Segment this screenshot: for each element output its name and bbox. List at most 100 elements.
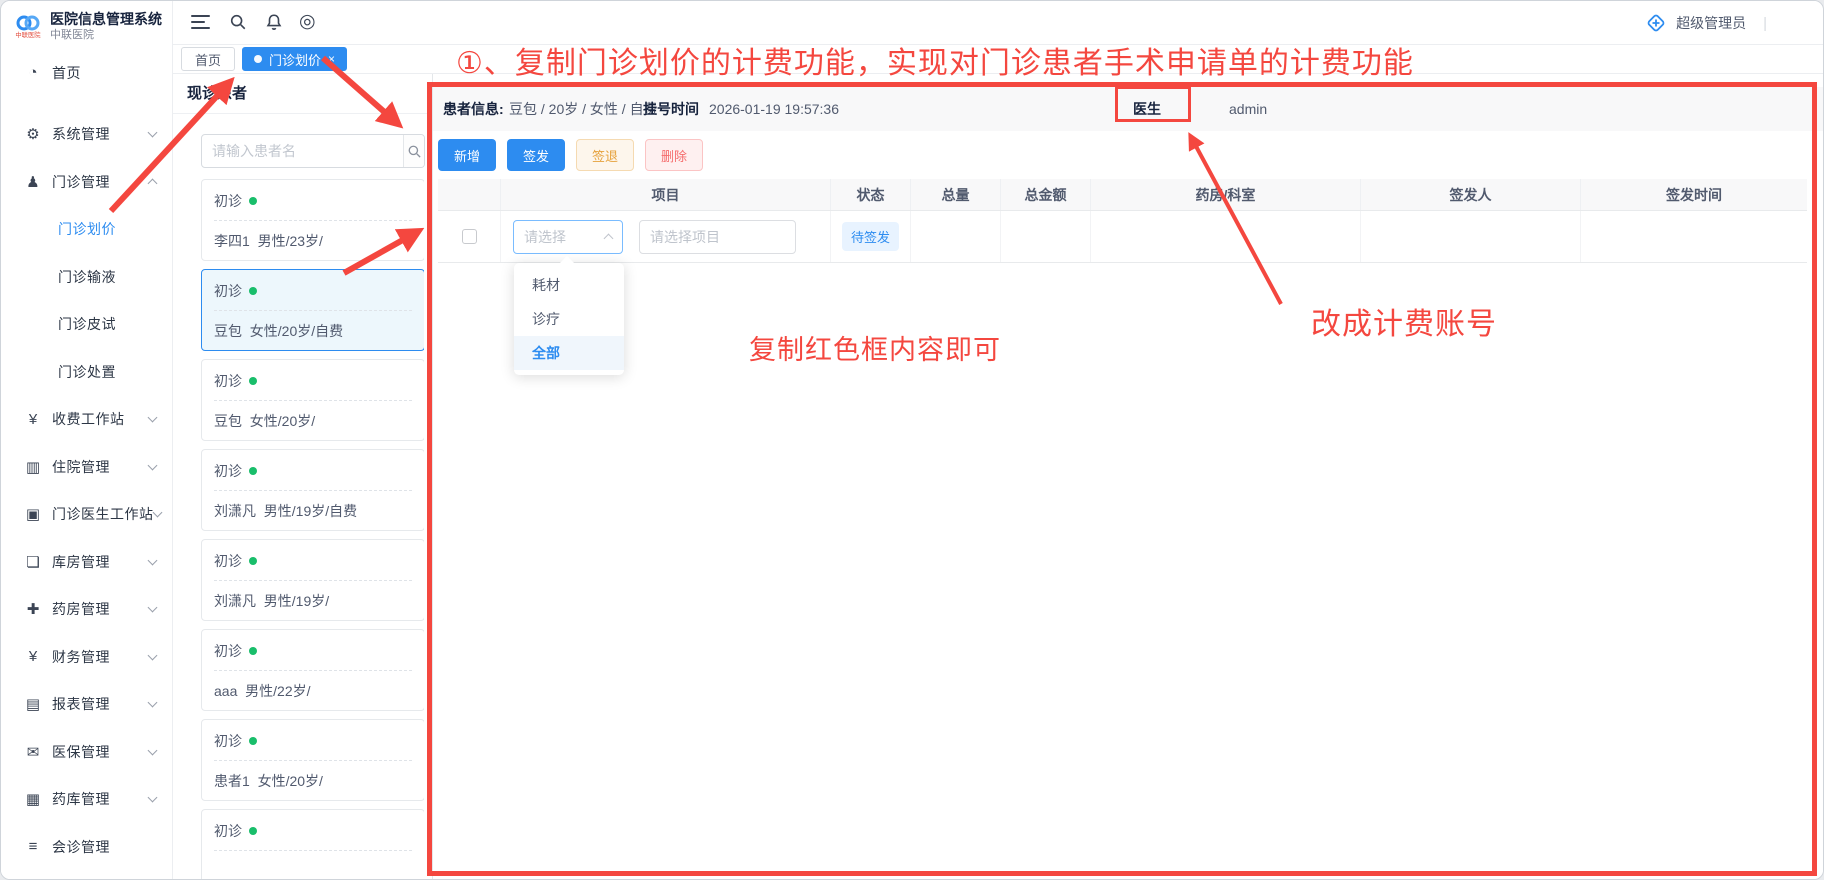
items-table: 项目 状态 总量 总金额 药房/科室 签发人 签发时间 请选择 待签发 [438,179,1807,263]
grid-icon: ▦ [23,790,43,808]
user-icon: ♟ [23,173,43,191]
patient-search-input[interactable] [202,135,403,167]
app-window: 中联医院 医院信息管理系统 中联医院 ◔ 首页 ⚙ 系统管理 ♟ 门诊管理 [0,0,1824,880]
tab-bar: 首页 门诊划价 × [173,45,1823,74]
monitor-icon: ▣ [23,505,43,523]
sidebar-item-pharmacy[interactable]: ✚ 药房管理 [1,586,172,634]
status-dot [249,377,257,385]
sidebar-item-home[interactable]: ◔ 首页 [1,49,172,97]
collapse-menu-icon[interactable] [191,15,210,30]
main-content: 患者信息: 豆包 / 20岁 / 女性 / 自费 挂号时间 2026-01-19… [433,74,1823,879]
patient-card[interactable]: 初诊 刘潇凡 男性/19岁/自费 [201,449,424,531]
patient-card-selected[interactable]: 初诊 豆包 女性/20岁/自费 [201,269,424,351]
sidebar-item-doctor-station[interactable]: ▣ 门诊医生工作站 [1,491,172,539]
sidebar-item-finance[interactable]: ¥ 财务管理 [1,633,172,681]
registration-time-label: 挂号时间 [643,87,699,131]
sidebar-nav: ◔ 首页 ⚙ 系统管理 ♟ 门诊管理 门诊划价 门诊输液 门诊皮试 [1,47,172,880]
dropdown-option-consumables[interactable]: 耗材 [514,268,624,302]
bar-chart-icon: ▥ [23,458,43,476]
issue-button[interactable]: 签发 [507,139,565,171]
patient-list: 初诊 李四1 男性/23岁/ 初诊 豆包 女性/20岁/自费 初诊 豆包 女性/… [201,179,424,879]
revoke-button[interactable]: 签退 [576,139,634,171]
sidebar-item-medical-insurance[interactable]: ✉ 医保管理 [1,728,172,776]
chevron-up-icon [604,234,614,244]
sidebar-item-inpatient[interactable]: ▥ 住院管理 [1,443,172,491]
list-icon: ≡ [23,838,43,855]
patient-card[interactable]: 初诊 豆包 女性/20岁/ [201,359,424,441]
sidebar: 中联医院 医院信息管理系统 中联医院 ◔ 首页 ⚙ 系统管理 ♟ 门诊管理 [1,1,173,880]
patient-search [201,134,425,168]
column-total-amount: 总金额 [1001,179,1091,210]
table-header: 项目 状态 总量 总金额 药房/科室 签发人 签发时间 [438,179,1807,211]
column-issue-time: 签发时间 [1581,179,1807,210]
add-button[interactable]: 新增 [438,139,496,171]
patient-card[interactable]: 初诊 aaa 男性/22岁/ [201,629,424,711]
chevron-down-icon [148,650,158,660]
gear-icon: ⚙ [23,125,43,143]
dashboard-icon: ◔ [23,64,43,81]
patient-card[interactable]: 初诊 李四1 男性/23岁/ [201,179,424,261]
sidebar-item-drug-storage[interactable]: ▦ 药库管理 [1,776,172,824]
column-issuer: 签发人 [1361,179,1581,210]
status-dot [249,197,257,205]
tab-home[interactable]: 首页 [181,47,235,71]
search-icon[interactable] [229,13,249,33]
medical-cross-icon [1645,12,1667,34]
bell-icon[interactable] [265,13,285,33]
sidebar-item-reports[interactable]: ▤ 报表管理 [1,681,172,729]
app-title: 医院信息管理系统 [50,11,162,28]
status-dot [249,557,257,565]
sidebar-item-warehouse[interactable]: ❏ 库房管理 [1,538,172,586]
logo-wordmark: 中联医院 [15,32,40,38]
toolbar: 新增 签发 签退 删除 [438,139,703,171]
hospital-logo-icon: 中联医院 [13,14,42,39]
patient-card[interactable]: 初诊 [201,809,424,879]
dropdown-option-all[interactable]: 全部 [514,336,624,370]
delete-button[interactable]: 删除 [645,139,703,171]
patient-info-bar: 患者信息: 豆包 / 20岁 / 女性 / 自费 挂号时间 2026-01-19… [433,87,1823,131]
status-dot [249,827,257,835]
column-total-qty: 总量 [911,179,1001,210]
chevron-down-icon [148,603,158,613]
sidebar-item-charging-station[interactable]: ¥ 收费工作站 [1,396,172,444]
sidebar-item-system[interactable]: ⚙ 系统管理 [1,111,172,159]
dropdown-option-treatment[interactable]: 诊疗 [514,302,624,336]
item-type-dropdown: 耗材 诊疗 全部 [514,263,624,375]
search-button[interactable] [403,135,424,167]
sidebar-item-outpatient-pricing[interactable]: 门诊划价 [1,206,172,254]
column-pharmacy-dept: 药房/科室 [1091,179,1361,210]
sidebar-item-outpatient-skin-test[interactable]: 门诊皮试 [1,301,172,349]
tab-outpatient-pricing[interactable]: 门诊划价 × [242,47,347,71]
column-item: 项目 [501,179,831,210]
status-badge: 待签发 [842,222,899,251]
item-type-select[interactable]: 请选择 [513,220,623,254]
chevron-down-icon [148,745,158,755]
row-checkbox[interactable] [462,229,477,244]
close-icon[interactable]: × [328,53,335,65]
item-search-input[interactable] [639,220,796,254]
patient-card[interactable]: 初诊 刘潇凡 男性/19岁/ [201,539,424,621]
yen-icon: ¥ [23,648,43,665]
status-dot [249,467,257,475]
chevron-down-icon [152,508,162,518]
document-icon: ❏ [23,553,43,571]
patient-panel-title: 现诊患者 [173,74,432,114]
doctor-label: 医生 [1133,87,1161,131]
status-dot [249,287,257,295]
top-header: ◎ 超级管理员 | [173,1,1823,45]
sidebar-item-outpatient-treatment[interactable]: 门诊处置 [1,348,172,396]
sidebar-item-outpatient[interactable]: ♟ 门诊管理 [1,158,172,206]
about-icon[interactable]: ◎ [299,10,316,33]
patient-card[interactable]: 初诊 患者1 女性/20岁/ [201,719,424,801]
chevron-down-icon [148,413,158,423]
chevron-down-icon [148,698,158,708]
column-select [438,179,501,210]
header-divider: | [1763,15,1767,32]
sidebar-item-outpatient-infusion[interactable]: 门诊输液 [1,253,172,301]
column-status: 状态 [831,179,911,210]
sidebar-item-maintenance[interactable]: ▣ 维护系统 [1,871,172,880]
sidebar-item-consultation[interactable]: ≡ 会诊管理 [1,823,172,871]
chevron-down-icon [148,460,158,470]
mail-icon: ✉ [23,743,43,761]
user-area[interactable]: 超级管理员 | [1645,1,1767,45]
